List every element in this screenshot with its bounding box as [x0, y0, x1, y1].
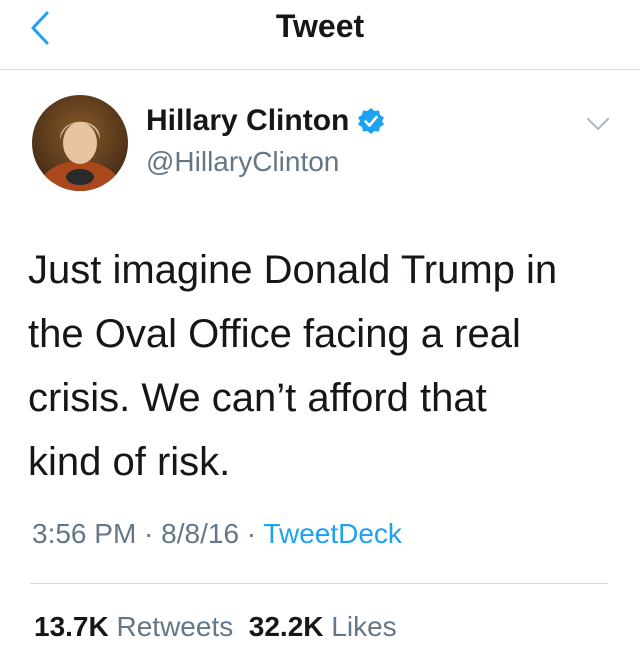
tweet-meta: 3:56 PM · 8/8/16 · TweetDeck [32, 518, 402, 550]
author-name[interactable]: Hillary Clinton [146, 104, 349, 138]
retweets-stat[interactable]: 13.7K Retweets [34, 611, 233, 642]
author-handle[interactable]: @HillaryClinton [146, 146, 339, 178]
likes-stat[interactable]: 32.2K Likes [249, 611, 397, 642]
avatar[interactable] [32, 95, 128, 191]
tweet-text: Just imagine Donald Trump in the Oval Of… [28, 238, 618, 494]
retweets-label: Retweets [116, 611, 234, 642]
divider [30, 583, 608, 584]
tweet-line: the Oval Office facing a real [28, 312, 521, 356]
tweet-line: Just imagine Donald Trump in [28, 248, 558, 292]
top-bar: Tweet [0, 0, 640, 70]
retweets-count: 13.7K [34, 611, 109, 642]
tweet-date: 8/8/16 [161, 518, 240, 549]
page-title: Tweet [275, 8, 365, 44]
meta-separator: · [239, 518, 264, 549]
tweet-source-link[interactable]: TweetDeck [263, 518, 402, 549]
likes-count: 32.2K [248, 611, 324, 642]
tweet-stats: 13.7K Retweets 32.2K Likes [34, 611, 397, 643]
tweet-time: 3:56 PM [32, 518, 137, 549]
verified-badge-icon [358, 108, 385, 134]
chevron-down-icon[interactable] [584, 110, 612, 138]
tweet-line: kind of risk. [28, 440, 231, 484]
likes-label: Likes [331, 611, 397, 642]
meta-separator: · [136, 518, 162, 549]
author-name-row: Hillary Clinton [146, 104, 385, 138]
tweet-line: crisis. We can’t afford that [28, 376, 487, 420]
